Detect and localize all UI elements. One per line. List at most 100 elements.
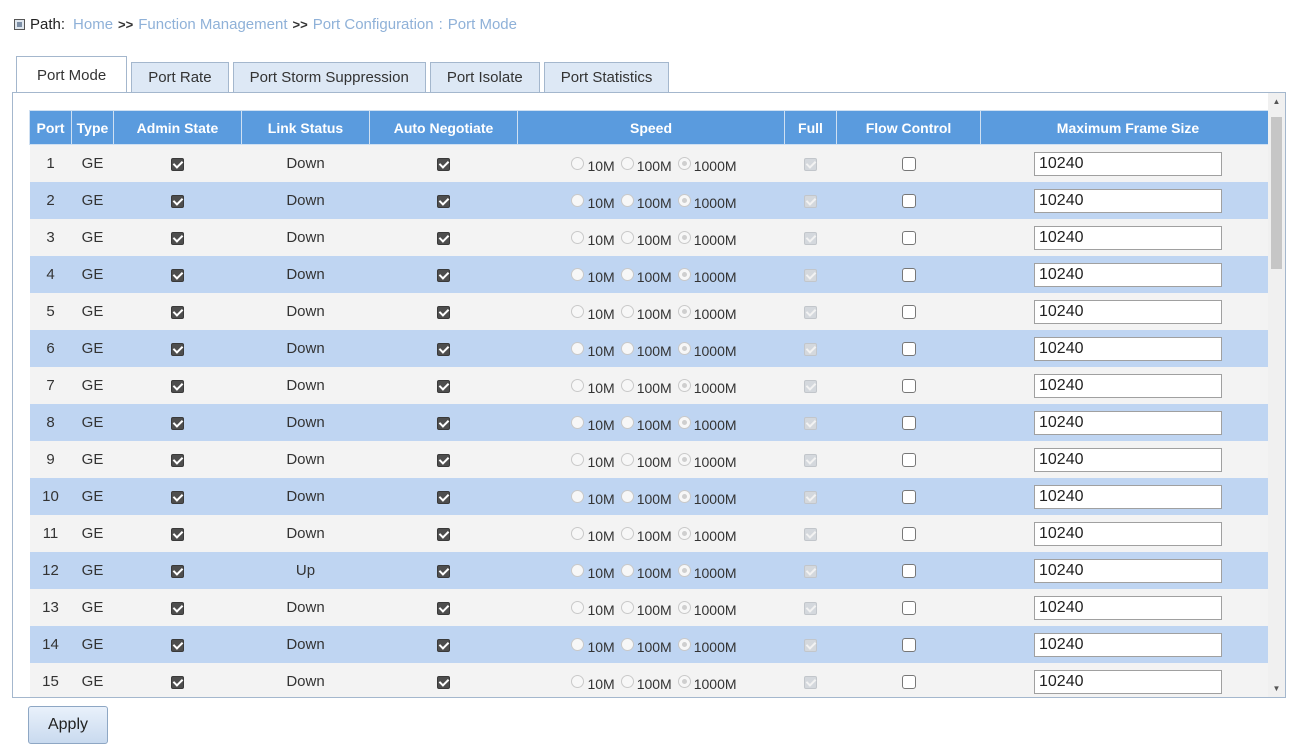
speed-radio-10m[interactable] — [571, 490, 585, 503]
max-frame-size-input[interactable] — [1034, 632, 1222, 657]
flow-control-checkbox[interactable] — [901, 490, 916, 505]
full-duplex-checkbox[interactable] — [804, 490, 817, 504]
flow-control-checkbox[interactable] — [901, 379, 916, 394]
admin-state-checkbox[interactable] — [171, 638, 184, 652]
auto-negotiate-checkbox[interactable] — [437, 379, 450, 393]
flow-control-checkbox[interactable] — [901, 638, 916, 653]
auto-negotiate-checkbox[interactable] — [437, 342, 450, 356]
vertical-scrollbar[interactable]: ▲ ▼ — [1268, 93, 1285, 697]
auto-negotiate-checkbox[interactable] — [437, 453, 450, 467]
flow-control-checkbox[interactable] — [901, 231, 916, 246]
admin-state-checkbox[interactable] — [171, 379, 184, 393]
admin-state-checkbox[interactable] — [171, 268, 184, 282]
full-duplex-checkbox[interactable] — [804, 601, 817, 615]
speed-radio-100m[interactable] — [620, 231, 634, 244]
speed-radio-100m[interactable] — [620, 675, 634, 688]
breadcrumb-port-configuration-link[interactable]: Port Configuration — [313, 16, 434, 33]
flow-control-checkbox[interactable] — [901, 268, 916, 283]
speed-radio-10m[interactable] — [571, 231, 585, 244]
flow-control-checkbox[interactable] — [901, 527, 916, 542]
speed-radio-1000m[interactable] — [677, 305, 691, 318]
speed-radio-100m[interactable] — [620, 379, 634, 392]
scroll-down-arrow-icon[interactable]: ▼ — [1268, 680, 1285, 697]
speed-radio-10m[interactable] — [571, 305, 585, 318]
speed-radio-100m[interactable] — [620, 453, 634, 466]
speed-radio-10m[interactable] — [571, 268, 585, 281]
max-frame-size-input[interactable] — [1034, 225, 1222, 250]
full-duplex-checkbox[interactable] — [804, 268, 817, 282]
speed-radio-1000m[interactable] — [677, 157, 691, 170]
speed-radio-10m[interactable] — [571, 194, 585, 207]
speed-radio-10m[interactable] — [571, 453, 585, 466]
speed-radio-1000m[interactable] — [677, 638, 691, 651]
full-duplex-checkbox[interactable] — [804, 342, 817, 356]
speed-radio-100m[interactable] — [620, 527, 634, 540]
speed-radio-1000m[interactable] — [677, 527, 691, 540]
tab-port-statistics[interactable]: Port Statistics — [543, 62, 670, 92]
full-duplex-checkbox[interactable] — [804, 305, 817, 319]
speed-radio-100m[interactable] — [620, 305, 634, 318]
max-frame-size-input[interactable] — [1034, 484, 1222, 509]
speed-radio-100m[interactable] — [620, 601, 634, 614]
speed-radio-100m[interactable] — [620, 490, 634, 503]
max-frame-size-input[interactable] — [1034, 188, 1222, 213]
admin-state-checkbox[interactable] — [171, 564, 184, 578]
tab-port-rate[interactable]: Port Rate — [131, 62, 229, 92]
auto-negotiate-checkbox[interactable] — [437, 527, 450, 541]
speed-radio-10m[interactable] — [571, 379, 585, 392]
max-frame-size-input[interactable] — [1034, 151, 1222, 176]
admin-state-checkbox[interactable] — [171, 157, 184, 171]
max-frame-size-input[interactable] — [1034, 521, 1222, 546]
auto-negotiate-checkbox[interactable] — [437, 157, 450, 171]
admin-state-checkbox[interactable] — [171, 194, 184, 208]
flow-control-checkbox[interactable] — [901, 601, 916, 616]
flow-control-checkbox[interactable] — [901, 453, 916, 468]
speed-radio-1000m[interactable] — [677, 453, 691, 466]
max-frame-size-input[interactable] — [1034, 447, 1222, 472]
auto-negotiate-checkbox[interactable] — [437, 268, 450, 282]
flow-control-checkbox[interactable] — [901, 305, 916, 320]
speed-radio-1000m[interactable] — [677, 490, 691, 503]
max-frame-size-input[interactable] — [1034, 336, 1222, 361]
admin-state-checkbox[interactable] — [171, 601, 184, 615]
max-frame-size-input[interactable] — [1034, 299, 1222, 324]
admin-state-checkbox[interactable] — [171, 675, 184, 689]
auto-negotiate-checkbox[interactable] — [437, 638, 450, 652]
max-frame-size-input[interactable] — [1034, 669, 1222, 694]
max-frame-size-input[interactable] — [1034, 595, 1222, 620]
scroll-up-arrow-icon[interactable]: ▲ — [1268, 93, 1285, 110]
auto-negotiate-checkbox[interactable] — [437, 601, 450, 615]
flow-control-checkbox[interactable] — [901, 675, 916, 690]
speed-radio-1000m[interactable] — [677, 601, 691, 614]
auto-negotiate-checkbox[interactable] — [437, 194, 450, 208]
speed-radio-1000m[interactable] — [677, 231, 691, 244]
max-frame-size-input[interactable] — [1034, 410, 1222, 435]
auto-negotiate-checkbox[interactable] — [437, 564, 450, 578]
tab-port-mode[interactable]: Port Mode — [16, 56, 128, 93]
admin-state-checkbox[interactable] — [171, 527, 184, 541]
speed-radio-1000m[interactable] — [677, 675, 691, 688]
speed-radio-10m[interactable] — [571, 342, 585, 355]
auto-negotiate-checkbox[interactable] — [437, 231, 450, 245]
max-frame-size-input[interactable] — [1034, 262, 1222, 287]
apply-button[interactable]: Apply — [28, 706, 108, 744]
breadcrumb-function-management-link[interactable]: Function Management — [138, 16, 287, 33]
tab-port-storm-suppression[interactable]: Port Storm Suppression — [232, 62, 426, 92]
full-duplex-checkbox[interactable] — [804, 675, 817, 689]
auto-negotiate-checkbox[interactable] — [437, 305, 450, 319]
speed-radio-1000m[interactable] — [677, 564, 691, 577]
full-duplex-checkbox[interactable] — [804, 379, 817, 393]
speed-radio-1000m[interactable] — [677, 416, 691, 429]
auto-negotiate-checkbox[interactable] — [437, 675, 450, 689]
flow-control-checkbox[interactable] — [901, 416, 916, 431]
speed-radio-10m[interactable] — [571, 601, 585, 614]
speed-radio-100m[interactable] — [620, 268, 634, 281]
speed-radio-100m[interactable] — [620, 564, 634, 577]
speed-radio-10m[interactable] — [571, 564, 585, 577]
admin-state-checkbox[interactable] — [171, 490, 184, 504]
full-duplex-checkbox[interactable] — [804, 157, 817, 171]
full-duplex-checkbox[interactable] — [804, 194, 817, 208]
admin-state-checkbox[interactable] — [171, 453, 184, 467]
speed-radio-100m[interactable] — [620, 416, 634, 429]
speed-radio-100m[interactable] — [620, 342, 634, 355]
